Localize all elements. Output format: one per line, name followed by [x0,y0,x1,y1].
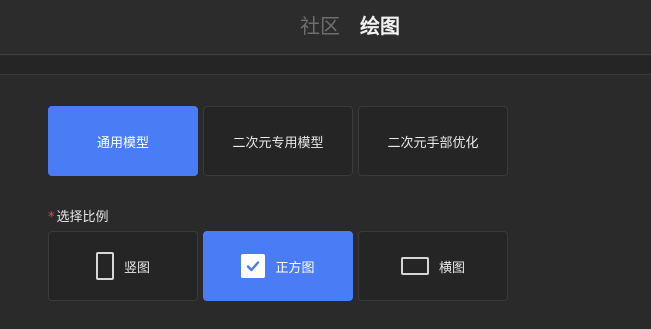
ratio-option-landscape[interactable]: 横图 [358,231,508,301]
ratio-option-label: 正方图 [275,260,315,276]
model-option-anime-hand[interactable]: 二次元手部优化 [358,106,508,176]
required-mark: * [48,210,55,225]
model-option-general[interactable]: 通用模型 [48,106,198,176]
ratio-option-label: 横图 [438,260,465,276]
checkbox-checked-icon [241,254,266,278]
model-option-label: 二次元手部优化 [387,135,479,151]
tab-drawing[interactable]: 绘图 [360,12,400,40]
ratio-option-label: 竖图 [123,260,150,276]
top-tabs: 社区 绘图 [300,12,400,40]
ratio-option-square[interactable]: 正方图 [203,231,353,301]
ratio-option-portrait[interactable]: 竖图 [48,231,198,301]
portrait-icon [95,252,114,280]
landscape-icon [400,257,429,275]
top-header: 社区 绘图 [0,0,651,55]
tab-community[interactable]: 社区 [300,12,340,40]
ratio-section-label: * 选择比例 [48,206,109,225]
model-option-label: 通用模型 [96,135,149,151]
model-selector: 通用模型 二次元专用模型 二次元手部优化 [48,106,508,176]
page: 社区 绘图 通用模型 二次元专用模型 二次元手部优化 * 选择比例 竖图 正方图… [0,0,651,329]
sub-header-strip [0,56,651,75]
checkmark-icon [247,261,260,272]
ratio-label-text: 选择比例 [56,210,109,225]
model-option-label: 二次元专用模型 [232,135,324,151]
model-option-anime[interactable]: 二次元专用模型 [203,106,353,176]
ratio-selector: 竖图 正方图 横图 [48,231,508,301]
